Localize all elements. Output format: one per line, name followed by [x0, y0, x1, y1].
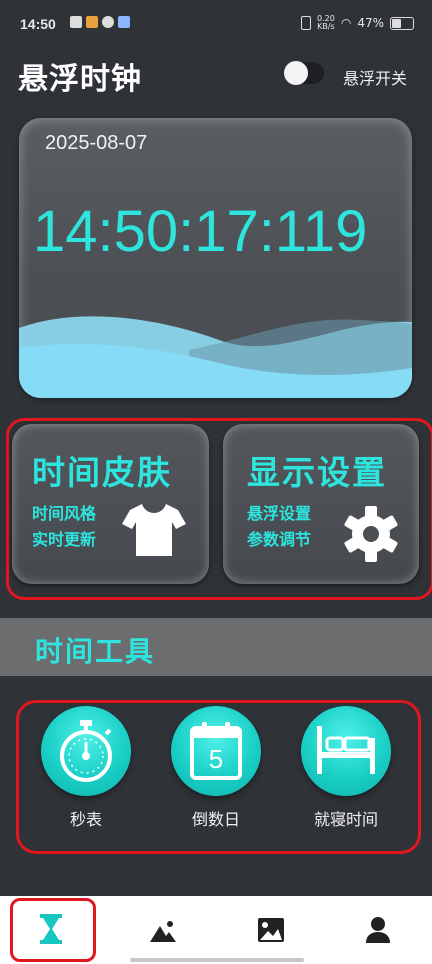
- nav-clock-tab[interactable]: [36, 912, 66, 946]
- wave-decoration: [19, 316, 412, 398]
- countdown-tool[interactable]: 5 倒数日: [156, 706, 276, 836]
- status-bar: 14:50 0.20 KB/s ◠ 47%: [0, 0, 432, 48]
- skin-card[interactable]: 时间皮肤 时间风格 实时更新: [12, 424, 209, 584]
- tiktok-icon: [70, 16, 82, 28]
- clock-card[interactable]: 2025-08-07 14:50:17:119: [19, 118, 412, 398]
- stopwatch-tool[interactable]: 秒表: [26, 706, 146, 836]
- nav-profile-tab[interactable]: [364, 916, 392, 944]
- countdown-circle: 5: [171, 706, 261, 796]
- display-settings-card[interactable]: 显示设置 悬浮设置 参数调节: [223, 424, 419, 584]
- skin-card-title: 时间皮肤: [32, 453, 172, 492]
- link-icon: [102, 16, 114, 28]
- clock-time: 14:50:17:119: [33, 199, 368, 264]
- bedtime-circle: [301, 706, 391, 796]
- notification-icons: [70, 16, 130, 28]
- status-right: 0.20 KB/s ◠ 47%: [301, 15, 414, 31]
- hourglass-icon: [40, 914, 62, 944]
- stopwatch-circle: [41, 706, 131, 796]
- clock-date: 2025-08-07: [45, 132, 148, 154]
- stopwatch-label: 秒表: [69, 810, 102, 829]
- nav-landscape-tab[interactable]: [148, 918, 178, 944]
- display-card-line1: 悬浮设置: [247, 504, 312, 523]
- countdown-label: 倒数日: [191, 810, 240, 829]
- vibrate-icon: [301, 16, 312, 30]
- status-time: 14:50: [20, 16, 56, 32]
- float-toggle-label: 悬浮开关: [343, 69, 408, 88]
- landscape-icon: [150, 921, 176, 942]
- bedtime-tool[interactable]: 就寝时间: [286, 706, 406, 836]
- float-toggle-knob[interactable]: [284, 61, 308, 85]
- skin-card-line2: 实时更新: [32, 530, 97, 549]
- bed-icon: [317, 726, 375, 774]
- skin-card-line1: 时间风格: [32, 504, 97, 523]
- home-indicator[interactable]: [130, 958, 304, 962]
- picture-icon: [258, 918, 284, 942]
- display-card-title: 显示设置: [247, 453, 387, 492]
- app-icon: [118, 16, 130, 28]
- net-speed-unit: KB/s: [317, 22, 335, 31]
- person-icon: [366, 917, 390, 943]
- weibo-icon: [86, 16, 98, 28]
- battery-percent: 47%: [357, 16, 384, 30]
- gear-icon: [344, 506, 398, 562]
- battery-icon: [390, 16, 414, 30]
- page-title: 悬浮时钟: [18, 62, 142, 97]
- bedtime-label: 就寝时间: [313, 810, 378, 829]
- section-title: 时间工具: [35, 635, 156, 668]
- nav-picture-tab[interactable]: [256, 916, 286, 944]
- net-speed: 0.20 KB/s: [317, 15, 335, 31]
- calendar-number: 5: [208, 744, 224, 774]
- stopwatch-icon: [60, 720, 112, 782]
- display-card-line2: 参数调节: [247, 530, 312, 549]
- wifi-icon: ◠: [340, 16, 352, 30]
- shirt-icon: [122, 504, 186, 556]
